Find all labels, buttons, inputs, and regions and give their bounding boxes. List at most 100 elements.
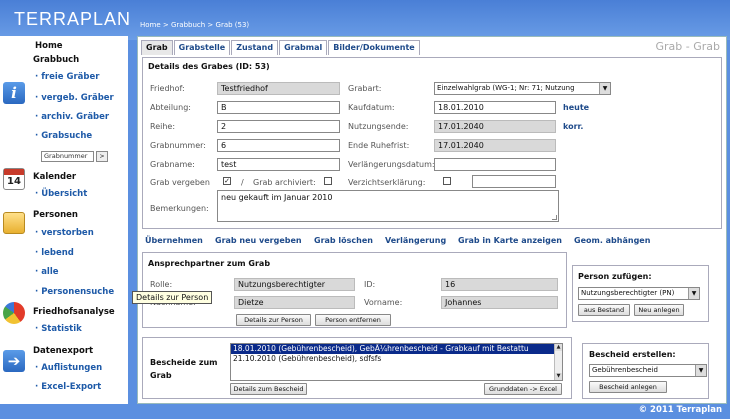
- grabnummer-search-input[interactable]: Grabnummer: [41, 151, 94, 162]
- ruhefrist-field: 17.01.2040: [434, 139, 556, 152]
- scroll-up-icon[interactable]: ▲: [555, 344, 562, 351]
- details-bescheid-button[interactable]: Details zum Bescheid: [230, 383, 307, 395]
- grabart-value: Einzelwahlgrab (WG-1; Nr: 71; Nutzung: [437, 84, 575, 92]
- sidebar-grabbuch[interactable]: Grabbuch: [33, 55, 79, 65]
- page-title: Grab - Grab: [655, 40, 720, 53]
- sidebar-item-archiv-graeber[interactable]: · archiv. Gräber: [35, 112, 109, 122]
- vorname-field: Johannes: [441, 296, 558, 309]
- bescheid-type-select[interactable]: Gebührenbescheid ▼: [589, 364, 707, 377]
- chevron-down-icon[interactable]: ▼: [599, 83, 610, 94]
- sidebar: Home Grabbuch i · freie Gräber · vergeb.…: [0, 36, 128, 404]
- contact-box: Ansprechpartner zum Grab Rolle: Nutzungs…: [142, 252, 567, 328]
- sidebar-home[interactable]: Home: [35, 41, 63, 51]
- abteilung-field[interactable]: B: [217, 101, 340, 114]
- rolle-field: Nutzungsberechtigter: [234, 278, 355, 291]
- sidebar-item-statistik[interactable]: · Statistik: [35, 324, 82, 334]
- kaufdatum-field[interactable]: 18.01.2010: [434, 101, 556, 114]
- contact-title: Ansprechpartner zum Grab: [148, 259, 271, 268]
- grabart-select[interactable]: Einzelwahlgrab (WG-1; Nr: 71; Nutzung ▼: [434, 82, 611, 95]
- sidebar-kalender[interactable]: Kalender: [33, 172, 76, 182]
- details-box: Details des Grabes (ID: 53) Friedhof: Te…: [142, 57, 722, 229]
- list-item[interactable]: 21.10.2010 (Gebührenbescheid), sdfsfs: [231, 354, 562, 364]
- korr-link[interactable]: korr.: [563, 122, 583, 131]
- grabsuche-go-button[interactable]: >: [96, 151, 108, 162]
- bescheide-title-line1: Bescheide zum: [150, 358, 218, 367]
- verzicht-checkbox[interactable]: [443, 177, 451, 185]
- tab-zustand[interactable]: Zustand: [231, 40, 279, 55]
- folder-icon: [3, 212, 25, 234]
- create-bescheid-title: Bescheid erstellen:: [589, 350, 676, 359]
- tab-bilder-dokumente[interactable]: Bilder/Dokumente: [328, 40, 420, 55]
- scrollbar[interactable]: ▲ ▼: [554, 344, 562, 380]
- sidebar-item-uebersicht[interactable]: · Übersicht: [35, 189, 87, 199]
- tooltip: Details zur Person: [132, 291, 213, 304]
- abteilung-label: Abteilung:: [150, 103, 191, 112]
- create-bescheid-box: Bescheid erstellen: Gebührenbescheid ▼ B…: [582, 343, 709, 399]
- tab-grabstelle[interactable]: Grabstelle: [173, 40, 231, 55]
- verlaengerung-field[interactable]: [434, 158, 556, 171]
- verzicht-label: Verzichtserklärung:: [348, 178, 426, 187]
- chevron-down-icon[interactable]: ▼: [688, 288, 699, 299]
- id-field: 16: [441, 278, 558, 291]
- calendar-day: 14: [7, 176, 21, 187]
- tab-grabmal[interactable]: Grabmal: [279, 40, 328, 55]
- separator-slash: /: [241, 178, 244, 187]
- grab-loeschen-link[interactable]: Grab löschen: [314, 236, 373, 245]
- grab-vergeben-label: Grab vergeben: [150, 178, 210, 187]
- aus-bestand-button[interactable]: aus Bestand: [578, 304, 630, 316]
- bescheid-anlegen-button[interactable]: Bescheid anlegen: [589, 381, 667, 393]
- id-label: ID:: [364, 280, 376, 289]
- grabname-field[interactable]: test: [217, 158, 340, 171]
- verlaengerung-link[interactable]: Verlängerung: [385, 236, 446, 245]
- uebernehmen-link[interactable]: Übernehmen: [145, 236, 203, 245]
- grab-vergeben-checkbox[interactable]: ✓: [223, 177, 231, 185]
- scroll-down-icon[interactable]: ▼: [555, 373, 562, 380]
- sidebar-item-personensuche[interactable]: · Personensuche: [35, 287, 114, 297]
- breadcrumb-home[interactable]: Home: [140, 21, 161, 29]
- sidebar-friedhofsanalyse[interactable]: Friedhofsanalyse: [33, 307, 115, 317]
- resize-handle[interactable]: [552, 215, 557, 220]
- details-title: Details des Grabes (ID: 53): [148, 62, 270, 71]
- friedhof-field: Testfriedhof: [217, 82, 340, 95]
- sidebar-item-freie-graeber[interactable]: · freie Gräber: [35, 72, 99, 82]
- kaufdatum-label: Kaufdatum:: [348, 103, 395, 112]
- breadcrumb-current: Grab (53): [215, 21, 250, 29]
- person-entfernen-button[interactable]: Person entfernen: [315, 314, 391, 326]
- list-item[interactable]: 18.01.2010 (Gebührenbescheid), GebÃ¼hren…: [231, 344, 562, 354]
- sidebar-item-grabsuche[interactable]: · Grabsuche: [35, 131, 92, 141]
- person-role-select[interactable]: Nutzungsberechtigter (PN) ▼: [578, 287, 700, 300]
- grab-neu-vergeben-link[interactable]: Grab neu vergeben: [215, 236, 302, 245]
- add-person-title: Person zufügen:: [578, 272, 652, 281]
- breadcrumb-grabbuch[interactable]: Grabbuch: [171, 21, 205, 29]
- friedhof-label: Friedhof:: [150, 84, 185, 93]
- chevron-down-icon[interactable]: ▼: [695, 365, 706, 376]
- grab-archiviert-label: Grab archiviert:: [253, 178, 316, 187]
- grab-archiviert-checkbox[interactable]: [324, 177, 332, 185]
- bemerkungen-textarea[interactable]: neu gekauft im Januar 2010: [217, 190, 559, 222]
- sidebar-item-alle[interactable]: · alle: [35, 267, 59, 277]
- add-person-box: Person zufügen: Nutzungsberechtigter (PN…: [572, 265, 709, 322]
- heute-link[interactable]: heute: [563, 103, 589, 112]
- grabname-label: Grabname:: [150, 160, 195, 169]
- verzicht-field[interactable]: [472, 175, 556, 188]
- grab-in-karte-link[interactable]: Grab in Karte anzeigen: [458, 236, 562, 245]
- neu-anlegen-button[interactable]: Neu anlegen: [634, 304, 684, 316]
- vorname-label: Vorname:: [364, 298, 403, 307]
- sidebar-datenexport[interactable]: Datenexport: [33, 346, 93, 356]
- sidebar-item-auflistungen[interactable]: · Auflistungen: [35, 363, 102, 373]
- sidebar-item-excel-export[interactable]: · Excel-Export: [35, 382, 101, 392]
- reihe-field[interactable]: 2: [217, 120, 340, 133]
- grunddaten-excel-button[interactable]: Grunddaten -> Excel: [484, 383, 562, 395]
- geom-abhaengen-link[interactable]: Geom. abhängen: [574, 236, 650, 245]
- tab-grab[interactable]: Grab: [141, 40, 173, 55]
- sidebar-personen[interactable]: Personen: [33, 210, 78, 220]
- details-person-button[interactable]: Details zur Person: [236, 314, 311, 326]
- sidebar-item-verstorben[interactable]: · verstorben: [35, 228, 94, 238]
- bescheide-listbox[interactable]: 18.01.2010 (Gebührenbescheid), GebÃ¼hren…: [230, 343, 563, 381]
- bescheid-type-value: Gebührenbescheid: [592, 366, 658, 374]
- grabnummer-field[interactable]: 6: [217, 139, 340, 152]
- sidebar-item-lebend[interactable]: · lebend: [35, 248, 74, 258]
- reihe-label: Reihe:: [150, 122, 176, 131]
- calendar-icon: 14: [3, 168, 25, 190]
- sidebar-item-vergeb-graeber[interactable]: · vergeb. Gräber: [35, 93, 114, 103]
